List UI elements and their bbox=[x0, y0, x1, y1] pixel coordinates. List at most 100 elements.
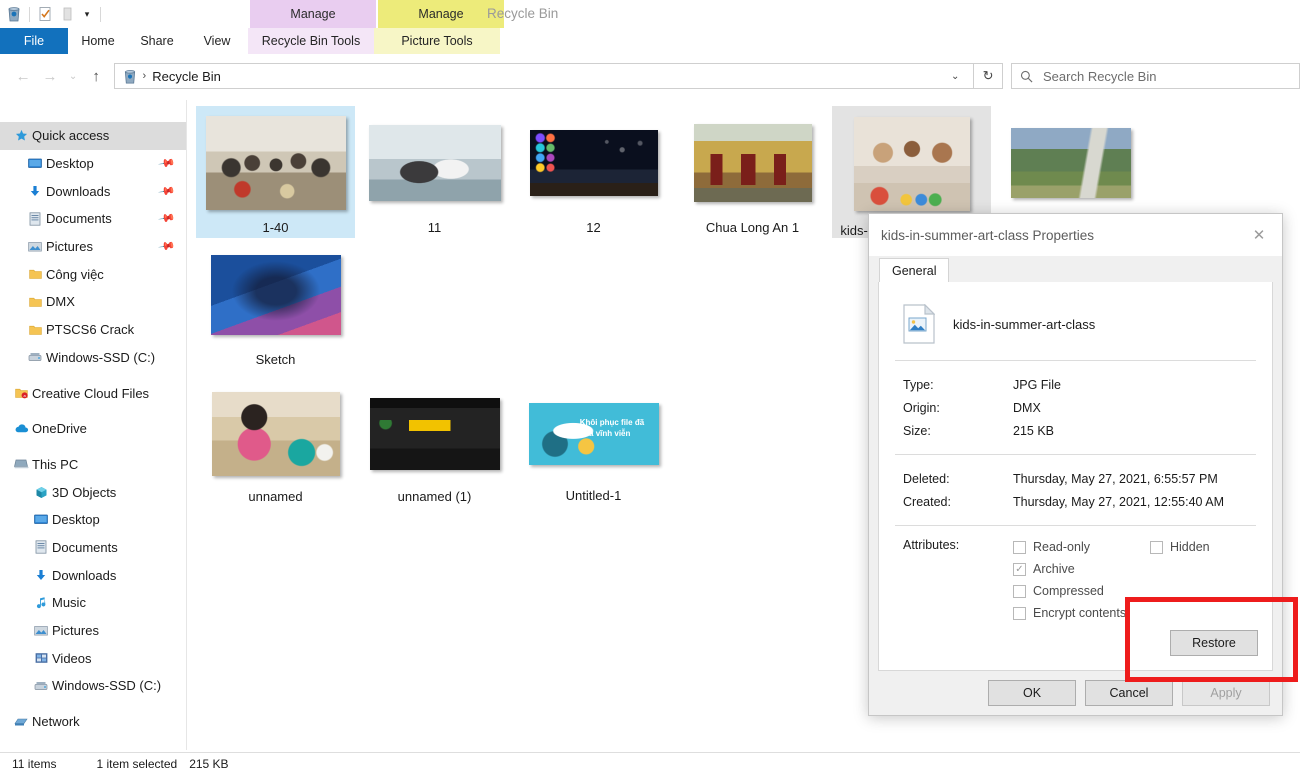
desktop-icon bbox=[30, 514, 52, 526]
file-thumbnail bbox=[694, 124, 812, 202]
download-icon bbox=[24, 185, 46, 198]
tab-share[interactable]: Share bbox=[128, 28, 186, 54]
pin-icon[interactable]: 📌 bbox=[158, 237, 177, 256]
property-value: DMX bbox=[1013, 401, 1041, 415]
sidebar-item-videos[interactable]: Videos bbox=[0, 644, 186, 672]
attributes-label: Attributes: bbox=[903, 536, 1013, 624]
breadcrumb-bar[interactable]: › Recycle Bin ⌄ bbox=[114, 63, 975, 89]
tab-file[interactable]: File bbox=[0, 28, 68, 54]
checkbox-encrypt-contents[interactable] bbox=[1013, 607, 1026, 620]
sidebar-item-this-pc[interactable]: This PC bbox=[0, 451, 186, 479]
file-label: Chua Long An 1 bbox=[706, 220, 799, 235]
file-label: Sketch bbox=[256, 352, 296, 367]
sidebar-item-pictures-pc[interactable]: Pictures bbox=[0, 617, 186, 645]
tab-view[interactable]: View bbox=[186, 28, 248, 54]
tab-recycle-bin-tools[interactable]: Recycle Bin Tools bbox=[248, 28, 374, 54]
pin-icon[interactable]: 📌 bbox=[158, 154, 177, 173]
documents-icon bbox=[30, 540, 52, 554]
sidebar-item-desktop[interactable]: Desktop 📌 bbox=[0, 150, 186, 178]
file-item[interactable]: Khôi phục file đã xóa vĩnh viễn Untitled… bbox=[514, 380, 673, 512]
recycle-bin-icon[interactable] bbox=[4, 3, 24, 25]
file-item[interactable]: Chua Long An 1 bbox=[673, 106, 832, 238]
folder-icon bbox=[24, 268, 46, 280]
sidebar-item-label: DMX bbox=[46, 294, 75, 309]
qat-divider-1 bbox=[29, 7, 30, 22]
thumbnail-overlay-text: Khôi phục file đã xóa vĩnh viễn bbox=[580, 418, 653, 440]
sidebar-item-downloads[interactable]: Downloads 📌 bbox=[0, 177, 186, 205]
sidebar-item-music[interactable]: Music bbox=[0, 589, 186, 617]
pin-icon[interactable]: 📌 bbox=[158, 182, 177, 201]
sidebar-item-label: This PC bbox=[32, 457, 78, 472]
sidebar-item-documents-pc[interactable]: Documents bbox=[0, 534, 186, 562]
checkbox-hidden[interactable] bbox=[1150, 541, 1163, 554]
sidebar-item-desktop-pc[interactable]: Desktop bbox=[0, 506, 186, 534]
cancel-button[interactable]: Cancel bbox=[1085, 680, 1173, 706]
jpg-file-icon bbox=[903, 304, 935, 344]
drive-icon bbox=[30, 680, 52, 692]
documents-icon bbox=[24, 212, 46, 226]
sidebar-item-cong-viec[interactable]: Công việc bbox=[0, 260, 186, 288]
navigation-pane-divider bbox=[186, 100, 187, 750]
pin-icon[interactable]: 📌 bbox=[158, 210, 177, 229]
checkbox-archive[interactable]: ✓ bbox=[1013, 563, 1026, 576]
sidebar-item-onedrive[interactable]: OneDrive bbox=[0, 415, 186, 443]
sidebar-item-creative-cloud-files[interactable]: a Creative Cloud Files bbox=[0, 379, 186, 407]
tab-home[interactable]: Home bbox=[68, 28, 128, 54]
ribbon-tab-bar: File Home Share View Recycle Bin Tools P… bbox=[0, 28, 1300, 54]
contextual-header-recycle-bin-tools: Manage bbox=[250, 0, 376, 28]
tab-general[interactable]: General bbox=[879, 258, 949, 282]
forward-button[interactable]: → bbox=[37, 62, 64, 90]
ok-button[interactable]: OK bbox=[988, 680, 1076, 706]
restore-button-container: Restore bbox=[1170, 630, 1258, 656]
dialog-tab-bar: General bbox=[869, 256, 1282, 282]
sidebar-item-label: Desktop bbox=[46, 156, 94, 171]
restore-icon[interactable] bbox=[57, 3, 77, 25]
breadcrumb-current[interactable]: Recycle Bin bbox=[152, 69, 221, 84]
search-icon bbox=[1020, 70, 1033, 83]
sidebar-item-network[interactable]: Network bbox=[0, 708, 186, 736]
sidebar-item-documents[interactable]: Documents 📌 bbox=[0, 205, 186, 233]
search-input[interactable]: Search Recycle Bin bbox=[1043, 69, 1156, 84]
close-icon[interactable]: ✕ bbox=[1236, 214, 1282, 256]
property-row-type: Type: JPG File bbox=[903, 373, 1258, 396]
refresh-button[interactable]: ↻ bbox=[974, 63, 1003, 89]
sidebar-item-downloads-pc[interactable]: Downloads bbox=[0, 561, 186, 589]
sidebar-item-windows-ssd-c-pc[interactable]: Windows-SSD (C:) bbox=[0, 672, 186, 700]
back-button[interactable]: ← bbox=[10, 62, 37, 90]
download-icon bbox=[30, 569, 52, 582]
attributes-block: Attributes: Read-only Hidden ✓ Archive bbox=[893, 526, 1258, 624]
file-item[interactable]: unnamed (1) bbox=[355, 380, 514, 512]
sidebar-item-label: Videos bbox=[52, 651, 92, 666]
sidebar-item-ptscs6-crack[interactable]: PTSCS6 Crack bbox=[0, 316, 186, 344]
sidebar-item-quick-access[interactable]: Quick access bbox=[0, 122, 186, 150]
file-item[interactable]: 12 bbox=[514, 106, 673, 238]
file-item[interactable]: 11 bbox=[355, 106, 514, 238]
up-button[interactable]: ↑ bbox=[83, 62, 110, 90]
checkbox-read-only[interactable] bbox=[1013, 541, 1026, 554]
chevron-down-icon[interactable]: ⌄ bbox=[943, 71, 967, 82]
dialog-general-panel: kids-in-summer-art-class Type: JPG File … bbox=[878, 282, 1273, 671]
sidebar-item-label: PTSCS6 Crack bbox=[46, 322, 134, 337]
restore-button[interactable]: Restore bbox=[1170, 630, 1258, 656]
title-bar: ▾ Manage Manage Recycle Bin bbox=[0, 0, 1300, 28]
dialog-title-bar: kids-in-summer-art-class Properties ✕ bbox=[869, 214, 1282, 256]
customize-caret-icon[interactable]: ▾ bbox=[79, 3, 95, 25]
file-item[interactable]: Sketch bbox=[196, 238, 355, 370]
file-item[interactable]: 1-40 bbox=[196, 106, 355, 238]
file-dates-list: Deleted: Thursday, May 27, 2021, 6:55:57… bbox=[893, 455, 1258, 525]
file-item[interactable]: unnamed bbox=[196, 380, 355, 512]
checkbox-compressed[interactable] bbox=[1013, 585, 1026, 598]
sidebar-item-pictures[interactable]: Pictures 📌 bbox=[0, 233, 186, 261]
tab-picture-tools[interactable]: Picture Tools bbox=[374, 28, 500, 54]
sidebar-item-windows-ssd-c[interactable]: Windows-SSD (C:) bbox=[0, 344, 186, 372]
properties-icon[interactable] bbox=[35, 3, 55, 25]
attribute-row-compressed: Compressed bbox=[1013, 580, 1258, 602]
sidebar-item-3d-objects[interactable]: 3D Objects bbox=[0, 478, 186, 506]
search-box[interactable]: Search Recycle Bin bbox=[1011, 63, 1300, 89]
sidebar-item-label: Desktop bbox=[52, 512, 100, 527]
property-row-deleted: Deleted: Thursday, May 27, 2021, 6:55:57… bbox=[903, 467, 1258, 490]
recent-locations-button[interactable]: ⌄ bbox=[63, 62, 82, 90]
sidebar-item-dmx[interactable]: DMX bbox=[0, 288, 186, 316]
file-label: 12 bbox=[586, 220, 600, 235]
videos-icon bbox=[30, 652, 52, 664]
